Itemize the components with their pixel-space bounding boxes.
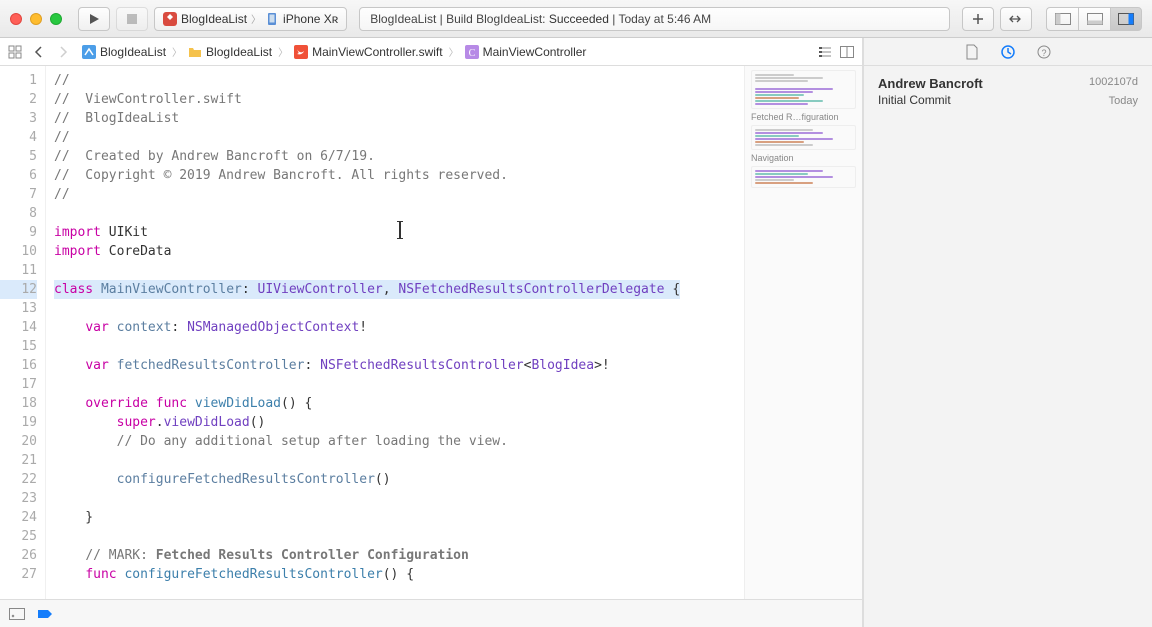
inspector-panel: ? Andrew Bancroft 1002107d Initial Commi… [863, 38, 1152, 627]
minimap-label-2: Navigation [751, 153, 856, 163]
status-bar[interactable]: BlogIdeaList | Build BlogIdeaList: Succe… [359, 7, 950, 31]
folder-icon [188, 45, 202, 59]
related-items-button[interactable] [6, 43, 24, 61]
device-name: iPhone Xʀ [283, 12, 338, 26]
maximize-window[interactable] [50, 13, 62, 25]
svg-text:?: ? [1041, 48, 1046, 58]
add-button[interactable] [962, 7, 994, 31]
code-editor[interactable]: 1234567891011121314151617181920212223242… [0, 66, 744, 599]
toggle-bottom-panel[interactable] [1078, 7, 1110, 31]
commit-author: Andrew Bancroft [878, 76, 983, 91]
chevron-right-icon: 〉 [251, 11, 261, 26]
commit-entry[interactable]: Andrew Bancroft 1002107d Initial Commit … [864, 66, 1152, 113]
back-button[interactable] [30, 43, 48, 61]
help-inspector-tab[interactable]: ? [1035, 43, 1053, 61]
main-area: BlogIdeaList 〉 BlogIdeaList 〉 MainViewCo… [0, 38, 1152, 627]
commit-message: Initial Commit [878, 93, 951, 107]
window-controls [10, 13, 62, 25]
breadcrumb-file[interactable]: MainViewController.swift [290, 45, 447, 59]
code-wrap: 1234567891011121314151617181920212223242… [0, 66, 862, 599]
chevron-right-icon: 〉 [170, 44, 184, 59]
commit-hash: 1002107d [1089, 76, 1138, 88]
minimap[interactable]: Fetched R…figuration Navigation [744, 66, 862, 599]
commit-date: Today [1109, 95, 1138, 107]
jump-bar: BlogIdeaList 〉 BlogIdeaList 〉 MainViewCo… [0, 38, 862, 66]
scheme-name: BlogIdeaList [181, 12, 247, 26]
svg-text:C: C [468, 48, 475, 59]
app-icon [163, 12, 177, 26]
scheme-selector[interactable]: BlogIdeaList 〉 iPhone Xʀ [154, 7, 347, 31]
toolbar: BlogIdeaList 〉 iPhone Xʀ BlogIdeaList | … [0, 0, 1152, 38]
breadcrumb-symbol[interactable]: C MainViewController [461, 45, 591, 59]
toggle-right-panel[interactable] [1110, 7, 1142, 31]
chevron-right-icon: 〉 [447, 44, 461, 59]
minimap-section [751, 166, 856, 188]
inspector-tabs: ? [864, 38, 1152, 66]
minimize-window[interactable] [30, 13, 42, 25]
history-inspector-tab[interactable] [999, 43, 1017, 61]
breadcrumb-folder[interactable]: BlogIdeaList [184, 45, 276, 59]
text-cursor-icon [399, 222, 401, 238]
code-review-button[interactable] [1000, 7, 1032, 31]
chevron-right-icon: 〉 [276, 44, 290, 59]
run-button[interactable] [78, 7, 110, 31]
bottom-bar [0, 599, 862, 627]
line-gutter: 1234567891011121314151617181920212223242… [0, 66, 46, 599]
minimap-section [751, 125, 856, 150]
items-list-button[interactable] [816, 43, 834, 61]
class-icon: C [465, 45, 479, 59]
file-inspector-tab[interactable] [963, 43, 981, 61]
project-icon [82, 45, 96, 59]
swift-file-icon [294, 45, 308, 59]
close-window[interactable] [10, 13, 22, 25]
debug-console-button[interactable] [8, 605, 26, 623]
minimap-section [751, 70, 856, 109]
code-lines: //// ViewController.swift// BlogIdeaList… [46, 66, 680, 599]
panel-toggles [1046, 7, 1142, 31]
breadcrumb-project[interactable]: BlogIdeaList [78, 45, 170, 59]
toggle-left-panel[interactable] [1046, 7, 1078, 31]
forward-button[interactable] [54, 43, 72, 61]
stop-button[interactable] [116, 7, 148, 31]
breadcrumb: BlogIdeaList 〉 BlogIdeaList 〉 MainViewCo… [78, 44, 810, 59]
breakpoint-toggle[interactable] [36, 605, 54, 623]
adjust-editor-button[interactable] [838, 43, 856, 61]
minimap-label-1: Fetched R…figuration [751, 112, 856, 122]
status-text: BlogIdeaList | Build BlogIdeaList: Succe… [370, 12, 711, 26]
device-icon [265, 12, 279, 26]
editor-column: BlogIdeaList 〉 BlogIdeaList 〉 MainViewCo… [0, 38, 863, 627]
